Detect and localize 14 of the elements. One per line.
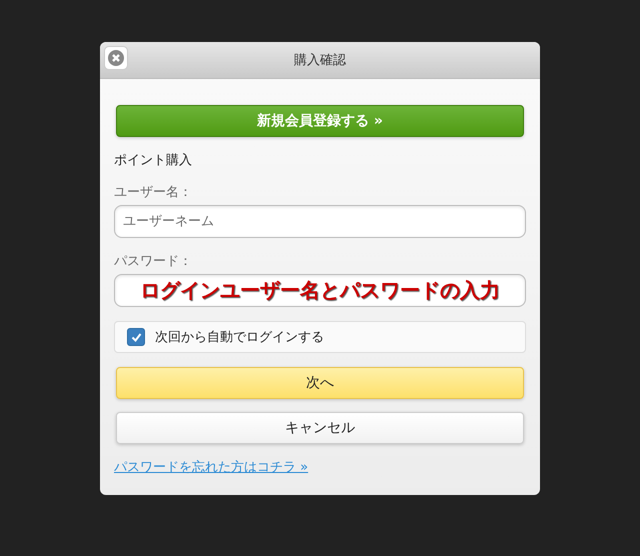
checkbox-label: 次回から自動でログインする — [155, 329, 324, 346]
username-field[interactable]: ユーザーネーム — [114, 205, 526, 238]
cancel-button[interactable]: キャンセル — [116, 412, 524, 444]
section-title: ポイント購入 — [114, 152, 193, 169]
password-field[interactable]: ログインユーザー名とパスワードの入力 — [114, 274, 526, 307]
close-icon — [107, 49, 125, 67]
checkbox[interactable] — [127, 328, 145, 346]
dialog-title: 購入確認 — [294, 52, 346, 69]
auto-login-checkbox[interactable]: 次回から自動でログインする — [114, 321, 526, 353]
password-label: パスワード： — [114, 253, 193, 270]
close-button[interactable] — [104, 46, 128, 70]
next-button[interactable]: 次へ — [116, 367, 524, 399]
check-icon — [130, 332, 142, 342]
username-label: ユーザー名： — [114, 184, 193, 201]
